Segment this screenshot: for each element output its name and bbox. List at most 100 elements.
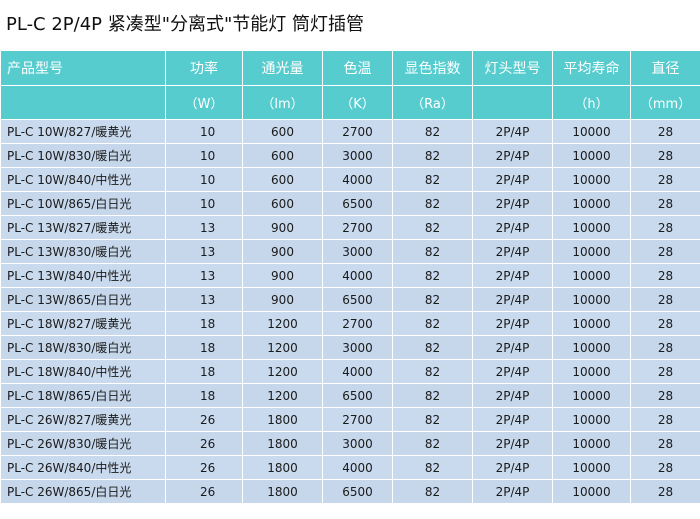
table-row: PL-C 13W/827/暖黄光 13 900 2700 82 2P/4P 10000 28 xyxy=(0,215,700,240)
cell-diameter: 28 xyxy=(630,431,700,456)
cell-power: 26 xyxy=(165,407,243,432)
header-cell-lifetime: 平均寿命 xyxy=(552,50,631,86)
table-row: PL-C 10W/830/暖白光 10 600 3000 82 2P/4P 10000 28 xyxy=(0,143,700,168)
cell-model: PL-C 13W/840/中性光 xyxy=(0,263,166,288)
cell-lifetime: 10000 xyxy=(552,383,631,408)
page: PL-C 2P/4P 紧凑型"分离式"节能灯 筒灯插管 产品型号 功率 通光量 … xyxy=(0,0,700,519)
cell-model: PL-C 13W/827/暖黄光 xyxy=(0,215,166,240)
cell-lifetime: 10000 xyxy=(552,359,631,384)
cell-diameter: 28 xyxy=(630,455,700,480)
cell-model: PL-C 13W/830/暖白光 xyxy=(0,239,166,264)
cell-diameter: 28 xyxy=(630,239,700,264)
cell-power: 26 xyxy=(165,455,243,480)
cell-diameter: 28 xyxy=(630,119,700,144)
table-body: PL-C 10W/827/暖黄光 10 600 2700 82 2P/4P 10000 28 P… xyxy=(0,119,700,504)
cell-base: 2P/4P xyxy=(472,383,553,408)
unit-cell-cri: （Ra） xyxy=(392,85,473,120)
header-row: 产品型号 功率 通光量 色温 显色指数 灯头型号 平均寿命 直径 xyxy=(0,50,700,86)
unit-row: （W） （lm） （K） （Ra） （h） （mm） xyxy=(0,85,700,120)
table-row: PL-C 13W/865/白日光 13 900 6500 82 2P/4P 10000 28 xyxy=(0,287,700,312)
cell-model: PL-C 13W/865/白日光 xyxy=(0,287,166,312)
table-row: PL-C 10W/865/白日光 10 600 6500 82 2P/4P 10000 28 xyxy=(0,191,700,216)
unit-cell-color-temp: （K） xyxy=(322,85,393,120)
cell-color-temp: 2700 xyxy=(322,215,393,240)
cell-diameter: 28 xyxy=(630,287,700,312)
cell-model: PL-C 18W/840/中性光 xyxy=(0,359,166,384)
cell-diameter: 28 xyxy=(630,311,700,336)
cell-model: PL-C 18W/830/暖白光 xyxy=(0,335,166,360)
cell-power: 10 xyxy=(165,143,243,168)
table-row: PL-C 13W/840/中性光 13 900 4000 82 2P/4P 10000 28 xyxy=(0,263,700,288)
cell-cri: 82 xyxy=(392,287,473,312)
cell-color-temp: 3000 xyxy=(322,431,393,456)
cell-lifetime: 10000 xyxy=(552,119,631,144)
cell-luminous-flux: 900 xyxy=(242,263,323,288)
cell-power: 13 xyxy=(165,215,243,240)
unit-cell-power: （W） xyxy=(165,85,243,120)
cell-lifetime: 10000 xyxy=(552,287,631,312)
cell-base: 2P/4P xyxy=(472,239,553,264)
cell-diameter: 28 xyxy=(630,335,700,360)
cell-lifetime: 10000 xyxy=(552,215,631,240)
table-row: PL-C 26W/830/暖白光 26 1800 3000 82 2P/4P 10000 28 xyxy=(0,431,700,456)
cell-luminous-flux: 1200 xyxy=(242,383,323,408)
cell-luminous-flux: 600 xyxy=(242,167,323,192)
table-row: PL-C 26W/827/暖黄光 26 1800 2700 82 2P/4P 10000 28 xyxy=(0,407,700,432)
cell-diameter: 28 xyxy=(630,359,700,384)
cell-lifetime: 10000 xyxy=(552,263,631,288)
cell-lifetime: 10000 xyxy=(552,479,631,504)
cell-luminous-flux: 600 xyxy=(242,191,323,216)
cell-cri: 82 xyxy=(392,311,473,336)
cell-model: PL-C 26W/827/暖黄光 xyxy=(0,407,166,432)
cell-cri: 82 xyxy=(392,383,473,408)
header-cell-diameter: 直径 xyxy=(630,50,700,86)
header-cell-base: 灯头型号 xyxy=(472,50,553,86)
unit-cell-base xyxy=(472,85,553,120)
cell-model: PL-C 26W/830/暖白光 xyxy=(0,431,166,456)
cell-luminous-flux: 600 xyxy=(242,119,323,144)
cell-color-temp: 6500 xyxy=(322,383,393,408)
cell-lifetime: 10000 xyxy=(552,335,631,360)
cell-model: PL-C 10W/865/白日光 xyxy=(0,191,166,216)
header-cell-luminous-flux: 通光量 xyxy=(242,50,323,86)
cell-luminous-flux: 900 xyxy=(242,215,323,240)
cell-power: 10 xyxy=(165,119,243,144)
cell-power: 18 xyxy=(165,311,243,336)
cell-color-temp: 2700 xyxy=(322,311,393,336)
cell-base: 2P/4P xyxy=(472,455,553,480)
cell-lifetime: 10000 xyxy=(552,143,631,168)
cell-model: PL-C 10W/840/中性光 xyxy=(0,167,166,192)
cell-lifetime: 10000 xyxy=(552,455,631,480)
cell-power: 18 xyxy=(165,359,243,384)
cell-cri: 82 xyxy=(392,455,473,480)
cell-model: PL-C 18W/865/白日光 xyxy=(0,383,166,408)
cell-model: PL-C 18W/827/暖黄光 xyxy=(0,311,166,336)
cell-luminous-flux: 600 xyxy=(242,143,323,168)
cell-color-temp: 4000 xyxy=(322,359,393,384)
cell-luminous-flux: 1200 xyxy=(242,311,323,336)
table-row: PL-C 10W/840/中性光 10 600 4000 82 2P/4P 10000 28 xyxy=(0,167,700,192)
cell-color-temp: 4000 xyxy=(322,455,393,480)
cell-base: 2P/4P xyxy=(472,143,553,168)
table-row: PL-C 10W/827/暖黄光 10 600 2700 82 2P/4P 10000 28 xyxy=(0,119,700,144)
cell-diameter: 28 xyxy=(630,143,700,168)
cell-model: PL-C 10W/830/暖白光 xyxy=(0,143,166,168)
cell-diameter: 28 xyxy=(630,215,700,240)
cell-base: 2P/4P xyxy=(472,263,553,288)
cell-base: 2P/4P xyxy=(472,407,553,432)
cell-diameter: 28 xyxy=(630,191,700,216)
table-row: PL-C 13W/830/暖白光 13 900 3000 82 2P/4P 10000 28 xyxy=(0,239,700,264)
cell-diameter: 28 xyxy=(630,383,700,408)
table-row: PL-C 18W/840/中性光 18 1200 4000 82 2P/4P 10000 28 xyxy=(0,359,700,384)
header-cell-model: 产品型号 xyxy=(0,50,166,86)
page-title: PL-C 2P/4P 紧凑型"分离式"节能灯 筒灯插管 xyxy=(6,14,365,35)
cell-cri: 82 xyxy=(392,359,473,384)
table-row: PL-C 18W/827/暖黄光 18 1200 2700 82 2P/4P 10000 28 xyxy=(0,311,700,336)
header-cell-color-temp: 色温 xyxy=(322,50,393,86)
cell-cri: 82 xyxy=(392,215,473,240)
cell-power: 26 xyxy=(165,479,243,504)
spec-table: 产品型号 功率 通光量 色温 显色指数 灯头型号 平均寿命 直径 （W） （lm… xyxy=(0,50,700,504)
cell-lifetime: 10000 xyxy=(552,311,631,336)
unit-cell-diameter: （mm） xyxy=(630,85,700,120)
cell-luminous-flux: 1200 xyxy=(242,359,323,384)
